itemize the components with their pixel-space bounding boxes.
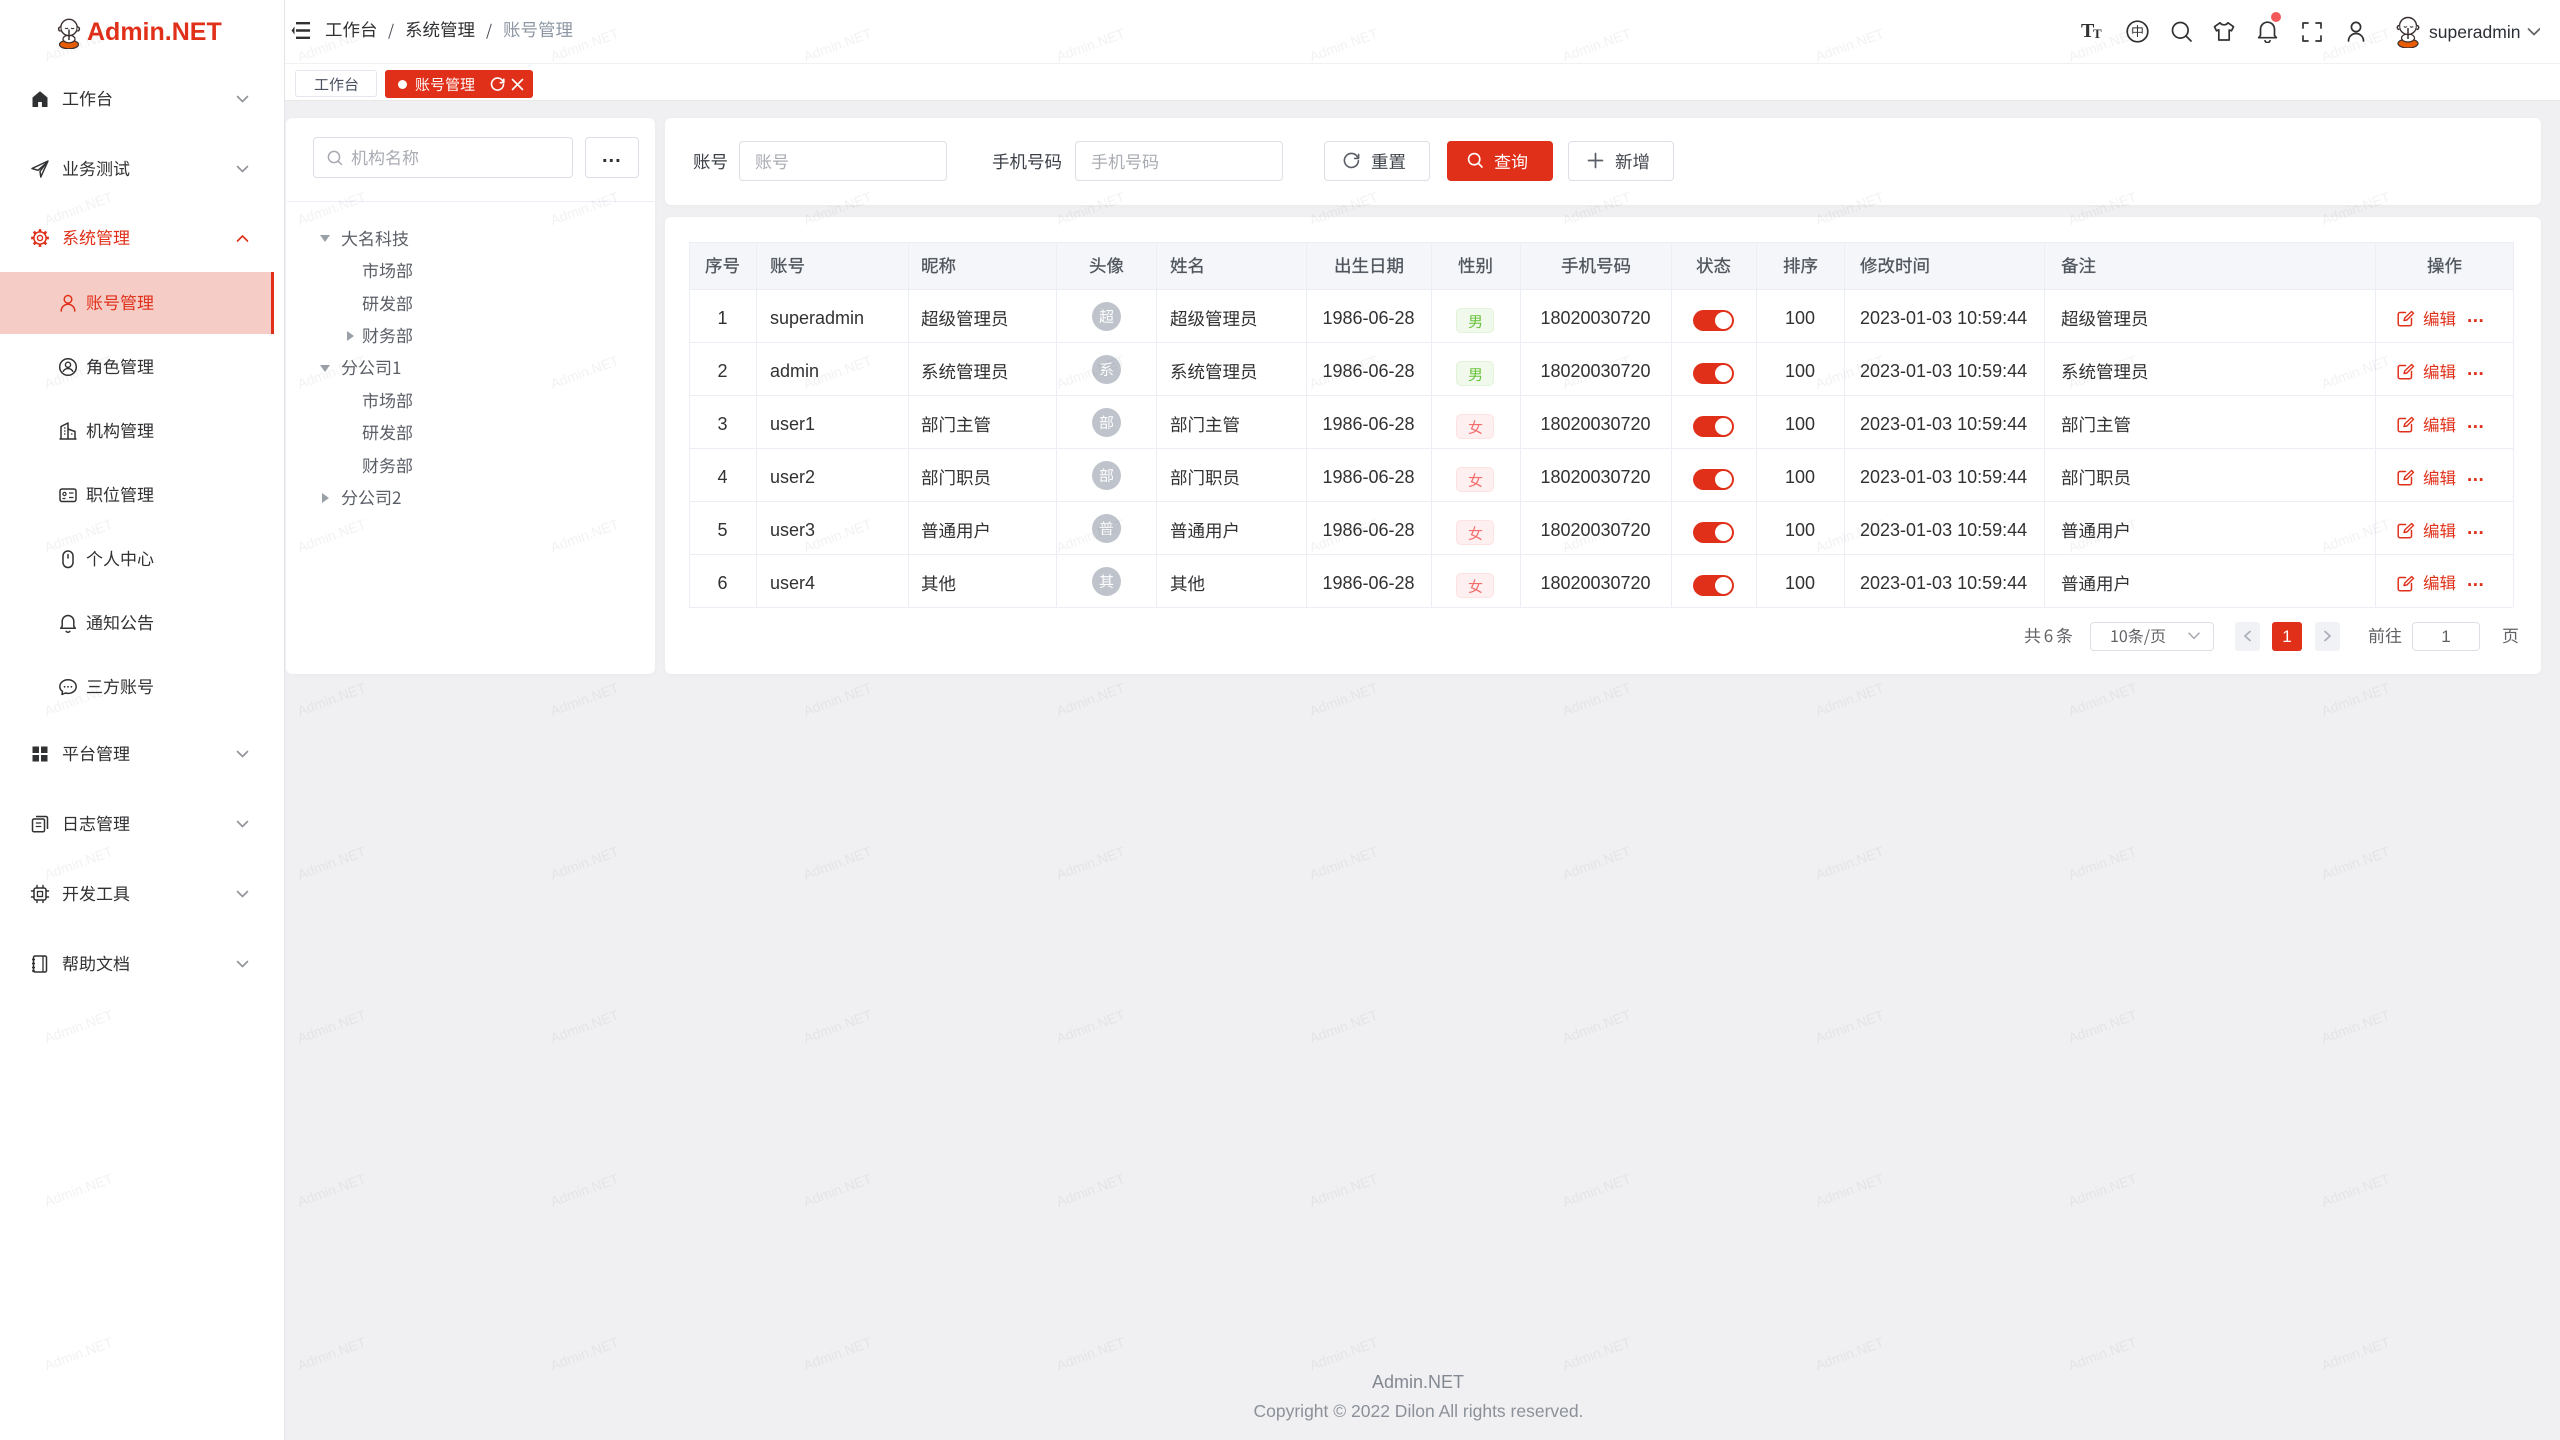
svg-text:T: T <box>2093 26 2102 41</box>
